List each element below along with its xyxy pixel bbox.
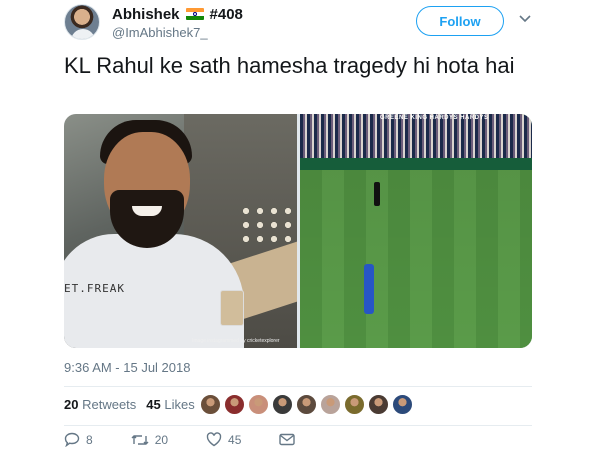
photo-credit: Image instagrammed by cricketexplorer <box>192 338 280 344</box>
liker-avatar[interactable] <box>368 394 389 415</box>
tweet-text: KL Rahul ke sath hamesha tragedy hi hota… <box>64 53 515 78</box>
liker-avatar[interactable] <box>344 394 365 415</box>
tweet-actions: 8 20 45 <box>64 432 333 447</box>
liker-avatar[interactable] <box>200 394 221 415</box>
tweet-media[interactable]: ET.FREAK Image instagrammed by cricketex… <box>64 114 532 348</box>
author-name-row: Abhishek #408 <box>112 4 243 24</box>
like-action[interactable]: 45 <box>206 432 241 447</box>
divider-bottom <box>64 425 532 426</box>
divider-top <box>64 386 532 387</box>
media-photo-cricket-field[interactable]: GREENE KING HARDYS HARDYS <box>300 114 532 348</box>
liker-avatars <box>200 394 413 415</box>
author-display-name[interactable]: Abhishek <box>112 6 180 23</box>
player-figure <box>364 264 374 314</box>
liker-avatar[interactable] <box>392 394 413 415</box>
like-count: 45 <box>228 432 242 447</box>
author-handle[interactable]: @ImAbhishek7_ <box>112 25 208 40</box>
shirt-print-text: ET.FREAK <box>64 282 125 295</box>
follow-button[interactable]: Follow <box>416 6 504 36</box>
liker-avatar[interactable] <box>296 394 317 415</box>
envelope-icon <box>279 433 296 446</box>
retweet-icon <box>131 434 149 445</box>
retweets-stat[interactable]: 20 Retweets <box>64 397 136 412</box>
engagement-stats: 20 Retweets 45 Likes <box>64 397 195 412</box>
retweet-action[interactable]: 20 <box>131 433 168 447</box>
media-photo-selfie[interactable]: ET.FREAK Image instagrammed by cricketex… <box>64 114 297 348</box>
message-action[interactable] <box>279 433 296 446</box>
liker-avatar[interactable] <box>224 394 245 415</box>
author-name-tag: #408 <box>209 5 243 23</box>
india-flag-icon <box>185 8 204 20</box>
liker-avatar[interactable] <box>320 394 341 415</box>
reply-action[interactable]: 8 <box>64 432 93 447</box>
stadium-sponsor-board: GREENE KING HARDYS HARDYS <box>380 115 489 121</box>
reply-icon <box>64 432 80 447</box>
likes-stat[interactable]: 45 Likes <box>146 397 194 412</box>
heart-icon <box>206 432 222 447</box>
umpire-figure <box>374 182 380 206</box>
liker-avatar[interactable] <box>248 394 269 415</box>
author-avatar[interactable] <box>64 4 100 40</box>
tweet-timestamp[interactable]: 9:36 AM - 15 Jul 2018 <box>64 360 190 375</box>
chevron-down-icon[interactable] <box>518 12 532 26</box>
liker-avatar[interactable] <box>272 394 293 415</box>
reply-count: 8 <box>86 432 93 447</box>
tweet-card: Abhishek #408 @ImAbhishek7_ Follow KL Ra… <box>0 0 600 450</box>
retweet-count: 20 <box>154 432 169 447</box>
